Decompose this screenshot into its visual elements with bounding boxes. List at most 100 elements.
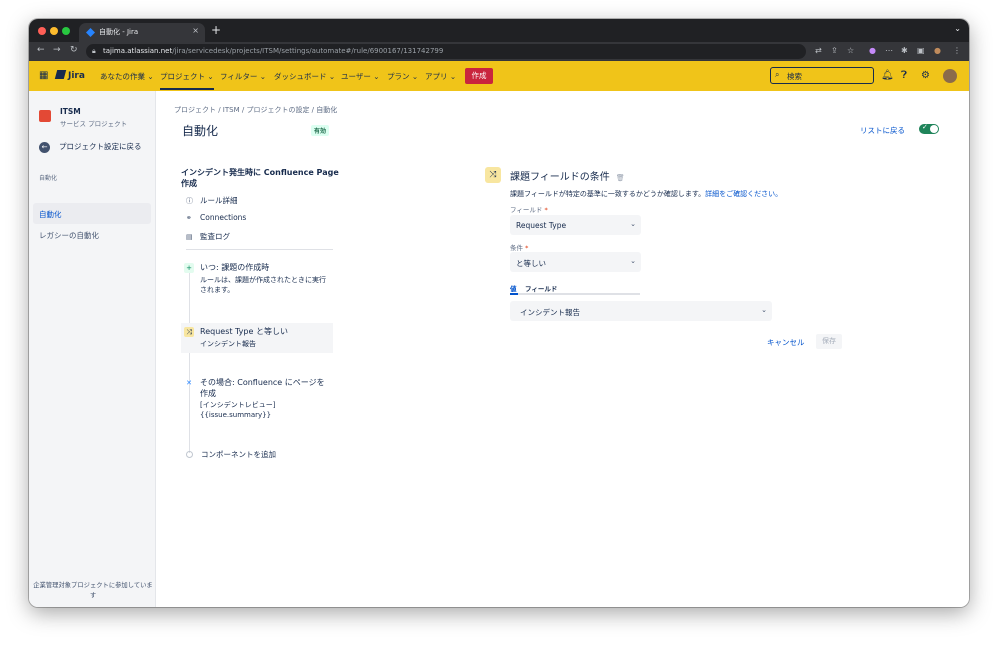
share-icon[interactable]: ⇪: [831, 46, 838, 55]
minimize-window-dot[interactable]: [50, 27, 58, 35]
status-badge: 有効: [311, 125, 330, 136]
search-input[interactable]: ⌕ 検索: [770, 67, 874, 84]
plus-icon: +: [184, 263, 194, 273]
user-avatar[interactable]: [943, 69, 957, 83]
browser-tab-strip: 自動化 - Jira × + ⌄: [29, 19, 969, 42]
extension-more-icon[interactable]: ⋯: [885, 46, 893, 55]
nav-filters[interactable]: フィルター ⌄: [220, 71, 266, 82]
project-icon: [39, 110, 51, 122]
value-type-tabs: 値 フィールド: [510, 282, 640, 295]
main-content: プロジェクト / ITSM / プロジェクトの設定 / 自動化 自動化 有効 リ…: [156, 91, 969, 607]
condition-step[interactable]: ⤨ Request Type と等しい インシデント報告: [181, 323, 333, 353]
audit-log-link[interactable]: ▤ 監査ログ: [186, 231, 230, 242]
nav-your-work[interactable]: あなたの作業 ⌄: [100, 71, 154, 82]
trigger-step[interactable]: + いつ: 課題の作成時 ルールは、課題が作成されたときに実行されます。: [181, 259, 333, 299]
project-type: サービス プロジェクト: [60, 120, 128, 128]
create-button[interactable]: 作成: [465, 68, 493, 84]
learn-more-link[interactable]: 詳細をご確認ください。: [705, 190, 782, 198]
back-arrow-icon[interactable]: ←: [37, 45, 45, 55]
maximize-window-dot[interactable]: [62, 27, 70, 35]
address-bar[interactable]: 🔒︎ tajima.atlassian.net/jira/servicedesk…: [86, 44, 806, 59]
chevron-down-icon: ⌄: [630, 220, 636, 228]
nav-dashboards[interactable]: ダッシュボード ⌄: [274, 71, 335, 82]
step-description: [インシデントレビュー] {{issue.summary}}: [200, 401, 276, 419]
save-button[interactable]: 保存: [816, 334, 842, 349]
extension-badge-icon[interactable]: ●: [869, 46, 876, 55]
cancel-button[interactable]: キャンセル: [767, 337, 805, 348]
shuffle-icon: ⤨: [485, 167, 501, 183]
extensions-puzzle-icon[interactable]: ✱: [901, 46, 908, 55]
step-title: Request Type と等しい: [200, 327, 288, 336]
jira-favicon-icon: [86, 28, 95, 37]
tab-close-icon[interactable]: ×: [192, 26, 199, 35]
browser-window: 自動化 - Jira × + ⌄ ← → ↻ 🔒︎ tajima.atlassi…: [29, 19, 969, 607]
step-title: いつ: 課題の作成時: [200, 263, 270, 272]
panel-title: 課題フィールドの条件 🗑: [510, 172, 625, 183]
nav-users[interactable]: ユーザー ⌄: [341, 71, 380, 82]
shuffle-icon: ⤨: [184, 327, 194, 337]
nav-projects[interactable]: プロジェクト ⌄: [160, 71, 214, 90]
forward-arrow-icon[interactable]: →: [53, 45, 61, 55]
field-label: フィールド *: [510, 206, 548, 214]
bookmark-star-icon[interactable]: ☆: [847, 46, 854, 55]
project-name: ITSM: [60, 107, 81, 116]
value-select[interactable]: インシデント報告 ⌄: [510, 301, 772, 321]
trash-icon[interactable]: 🗑: [616, 174, 625, 182]
lock-icon: 🔒︎: [92, 47, 96, 55]
check-icon: ✓: [922, 123, 928, 131]
reload-icon[interactable]: ↻: [70, 45, 78, 55]
jira-logo[interactable]: Jira: [54, 70, 85, 81]
side-panel-icon[interactable]: ▣: [917, 46, 925, 55]
info-icon: ⓘ: [186, 197, 193, 205]
settings-gear-icon[interactable]: ⚙: [921, 70, 930, 81]
confluence-icon: ✕: [186, 379, 192, 387]
add-component-button[interactable]: コンポーネントを追加: [186, 449, 276, 460]
back-to-project-settings[interactable]: ← プロジェクト設定に戻る: [39, 141, 142, 153]
project-sidebar: ITSM サービス プロジェクト ← プロジェクト設定に戻る 自動化 自動化 レガ…: [29, 91, 156, 607]
search-placeholder: 検索: [787, 72, 802, 81]
chevron-down-icon: ⌄: [630, 257, 636, 265]
nav-plans[interactable]: プラン ⌄: [387, 71, 418, 82]
browser-toolbar: ← → ↻ 🔒︎ tajima.atlassian.net/jira/servi…: [29, 42, 969, 61]
step-title: その場合: Confluence にページを作成: [200, 378, 325, 398]
chevron-down-icon: ⌄: [761, 306, 767, 314]
translate-icon[interactable]: ⇄: [815, 46, 822, 55]
toggle-knob: [930, 125, 938, 133]
sidebar-section-heading: 自動化: [39, 175, 58, 182]
condition-select[interactable]: と等しい ⌄: [510, 252, 641, 272]
notifications-icon[interactable]: 🔔︎: [881, 70, 894, 81]
sidebar-item-automation[interactable]: 自動化: [33, 203, 151, 224]
field-select[interactable]: Request Type ⌄: [510, 215, 641, 235]
breadcrumb[interactable]: プロジェクト / ITSM / プロジェクトの設定 / 自動化: [174, 105, 337, 115]
close-window-dot[interactable]: [38, 27, 46, 35]
connections-link[interactable]: ⚭ Connections: [186, 213, 246, 222]
tab-title: 自動化 - Jira: [99, 28, 139, 36]
circle-icon: [186, 451, 193, 458]
page-title: 自動化: [182, 124, 219, 138]
rule-details-link[interactable]: ⓘ ルール詳細: [186, 195, 238, 206]
tab-value[interactable]: 値: [510, 283, 517, 293]
sidebar-item-legacy-automation[interactable]: レガシーの自動化: [33, 224, 151, 245]
app-switcher-grid-icon[interactable]: ▦: [39, 70, 48, 81]
browser-tab-active[interactable]: 自動化 - Jira ×: [79, 23, 205, 42]
nav-apps[interactable]: アプリ ⌄: [425, 71, 456, 82]
rule-enabled-toggle[interactable]: ✓: [919, 123, 939, 134]
profile-avatar-icon[interactable]: ●: [934, 46, 941, 55]
company-managed-note: 企業管理対象プロジェクトに参加しています: [33, 582, 153, 599]
back-to-list-link[interactable]: リストに戻る: [860, 125, 905, 136]
condition-label: 条件 *: [510, 244, 529, 252]
link-icon: ⚭: [186, 214, 192, 222]
browser-menu-icon[interactable]: ⋮: [953, 46, 961, 55]
action-step[interactable]: ✕ その場合: Confluence にページを作成 [インシデントレビュー] …: [181, 374, 333, 424]
tab-search-icon[interactable]: ⌄: [954, 24, 961, 33]
active-tab-indicator: [510, 293, 518, 295]
new-tab-button[interactable]: +: [211, 23, 221, 37]
step-description: インシデント報告: [200, 340, 256, 348]
step-description: ルールは、課題が作成されたときに実行されます。: [200, 276, 326, 294]
url-text: tajima.atlassian.net/jira/servicedesk/pr…: [103, 47, 444, 55]
tab-field[interactable]: フィールド: [525, 283, 557, 293]
document-icon: ▤: [186, 233, 193, 241]
help-icon[interactable]: ❓︎: [901, 70, 907, 81]
jira-logo-icon: [54, 70, 67, 79]
arrow-left-icon: ←: [39, 142, 50, 153]
